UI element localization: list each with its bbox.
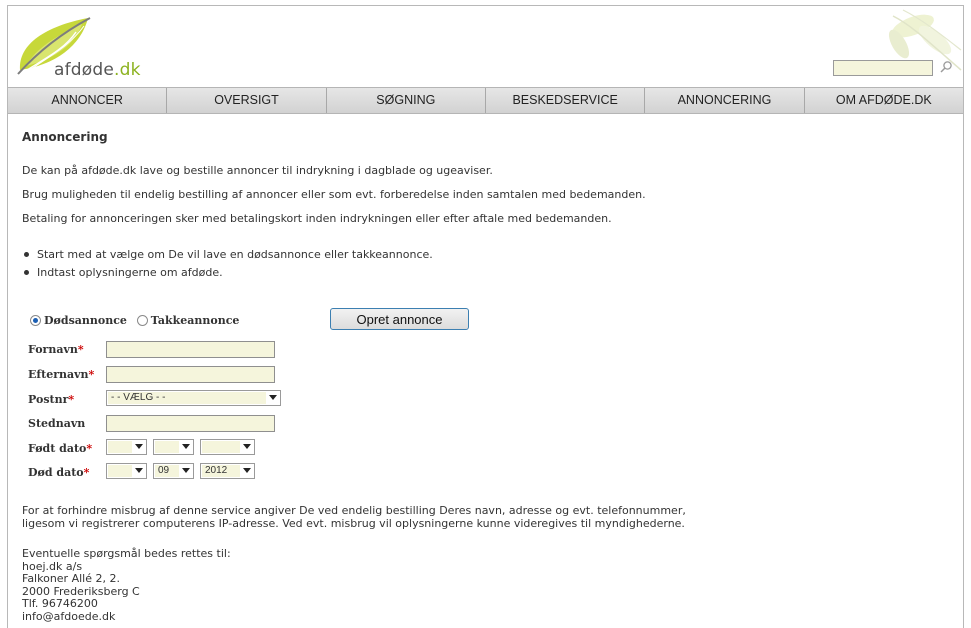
search-icon[interactable] <box>939 60 953 74</box>
stednavn-label-text: Stednavn <box>28 417 86 430</box>
postnr-label: Postnr* <box>28 393 74 406</box>
contact-email[interactable]: info@afdoede.dk <box>22 610 231 624</box>
header: afdøde.dk <box>8 6 963 86</box>
search-input[interactable] <box>833 60 933 76</box>
fodt-month-select[interactable] <box>153 439 194 455</box>
dod-dato-label-text: Død dato <box>28 466 84 479</box>
chevron-down-icon <box>135 468 143 473</box>
chevron-down-icon <box>182 444 190 449</box>
chevron-down-icon <box>135 444 143 449</box>
nav-item-om-afdode[interactable]: OM AFDØDE.DK <box>804 88 963 113</box>
efternavn-field[interactable] <box>106 366 275 383</box>
nav-item-annoncer[interactable]: ANNONCER <box>8 88 168 113</box>
bullet-icon <box>24 270 29 275</box>
bullet-icon <box>24 252 29 257</box>
chevron-down-icon <box>269 395 277 400</box>
fodt-dato-label-text: Født dato <box>28 442 87 455</box>
nav-item-annoncering[interactable]: ANNONCERING <box>645 88 805 113</box>
dod-dato-label: Død dato* <box>28 466 89 479</box>
chevron-down-icon <box>182 468 190 473</box>
dod-day-value <box>108 465 132 477</box>
fodt-month-value <box>155 441 179 453</box>
contact-info: Eventuelle spørgsmål bedes rettes til: h… <box>22 547 231 624</box>
notice-line: ligesom vi registrerer computerens IP-ad… <box>22 516 685 530</box>
stednavn-label: Stednavn <box>28 417 85 430</box>
dod-month-value: 09 <box>155 465 179 477</box>
page-frame: afdøde.dk ANNONCER OVERSIGT SØGNING BESK… <box>7 5 964 628</box>
nav-item-sogning[interactable]: SØGNING <box>326 88 486 113</box>
nav-item-beskedservice[interactable]: BESKEDSERVICE <box>485 88 646 113</box>
fornavn-label: Fornavn* <box>28 343 84 356</box>
logo-wordmark[interactable]: afdøde.dk <box>54 60 141 80</box>
dod-year-select[interactable]: 2012 <box>200 463 255 479</box>
list-item: Indtast oplysningerne om afdøde. <box>22 266 223 279</box>
fodt-day-value <box>108 441 132 453</box>
required-mark: * <box>86 442 93 455</box>
list-item-text: Start med at vælge om De vil lave en død… <box>37 248 433 261</box>
list-item-text: Indtast oplysningerne om afdøde. <box>37 266 223 279</box>
required-mark: * <box>83 466 90 479</box>
nav-item-oversigt[interactable]: OVERSIGT <box>167 88 327 113</box>
list-item: Start med at vælge om De vil lave en død… <box>22 248 433 261</box>
chevron-down-icon <box>243 444 251 449</box>
main-nav: ANNONCER OVERSIGT SØGNING BESKEDSERVICE … <box>8 87 963 114</box>
postnr-select-value: - - VÆLG - - <box>108 392 266 404</box>
fornavn-label-text: Fornavn <box>28 343 78 356</box>
fodt-year-value <box>202 441 240 453</box>
contact-line: Falkoner Allé 2, 2. <box>22 572 120 585</box>
page-title: Annoncering <box>22 130 108 144</box>
dod-year-value: 2012 <box>202 465 240 477</box>
intro-paragraph: De kan på afdøde.dk lave og bestille ann… <box>22 164 493 177</box>
annonce-type-radio-group: Dødsannonce Takkeannonce <box>30 313 245 327</box>
efternavn-label-text: Efternavn <box>28 368 89 381</box>
postnr-select[interactable]: - - VÆLG - - <box>106 390 281 406</box>
stednavn-field[interactable] <box>106 415 275 432</box>
radio-takkeannonce-label[interactable]: Takkeannonce <box>151 314 240 327</box>
contact-line: Eventuelle spørgsmål bedes rettes til: <box>22 547 231 560</box>
required-mark: * <box>68 393 75 406</box>
fornavn-field[interactable] <box>106 341 275 358</box>
fodt-dato-label: Født dato* <box>28 442 92 455</box>
postnr-label-text: Postnr <box>28 393 69 406</box>
logo-tld: .dk <box>114 60 141 80</box>
contact-line: Tlf. 96746200 <box>22 597 98 610</box>
intro-paragraph: Brug muligheden til endelig bestilling a… <box>22 188 646 201</box>
radio-dodsannonce[interactable] <box>30 314 41 326</box>
chevron-down-icon <box>243 468 251 473</box>
efternavn-label: Efternavn* <box>28 368 94 381</box>
required-mark: * <box>88 368 95 381</box>
dod-day-select[interactable] <box>106 463 147 479</box>
misbrug-notice: For at forhindre misbrug af denne servic… <box>22 504 686 530</box>
dod-month-select[interactable]: 09 <box>153 463 194 479</box>
logo-name: afdøde <box>54 60 115 80</box>
intro-paragraph: Betaling for annonceringen sker med beta… <box>22 212 612 225</box>
opret-annonce-button[interactable]: Opret annonce <box>330 308 469 330</box>
notice-line: For at forhindre misbrug af denne servic… <box>22 504 686 517</box>
fodt-year-select[interactable] <box>200 439 255 455</box>
required-mark: * <box>77 343 84 356</box>
fodt-day-select[interactable] <box>106 439 147 455</box>
radio-dodsannonce-label[interactable]: Dødsannonce <box>44 314 127 327</box>
radio-takkeannonce[interactable] <box>136 314 148 326</box>
